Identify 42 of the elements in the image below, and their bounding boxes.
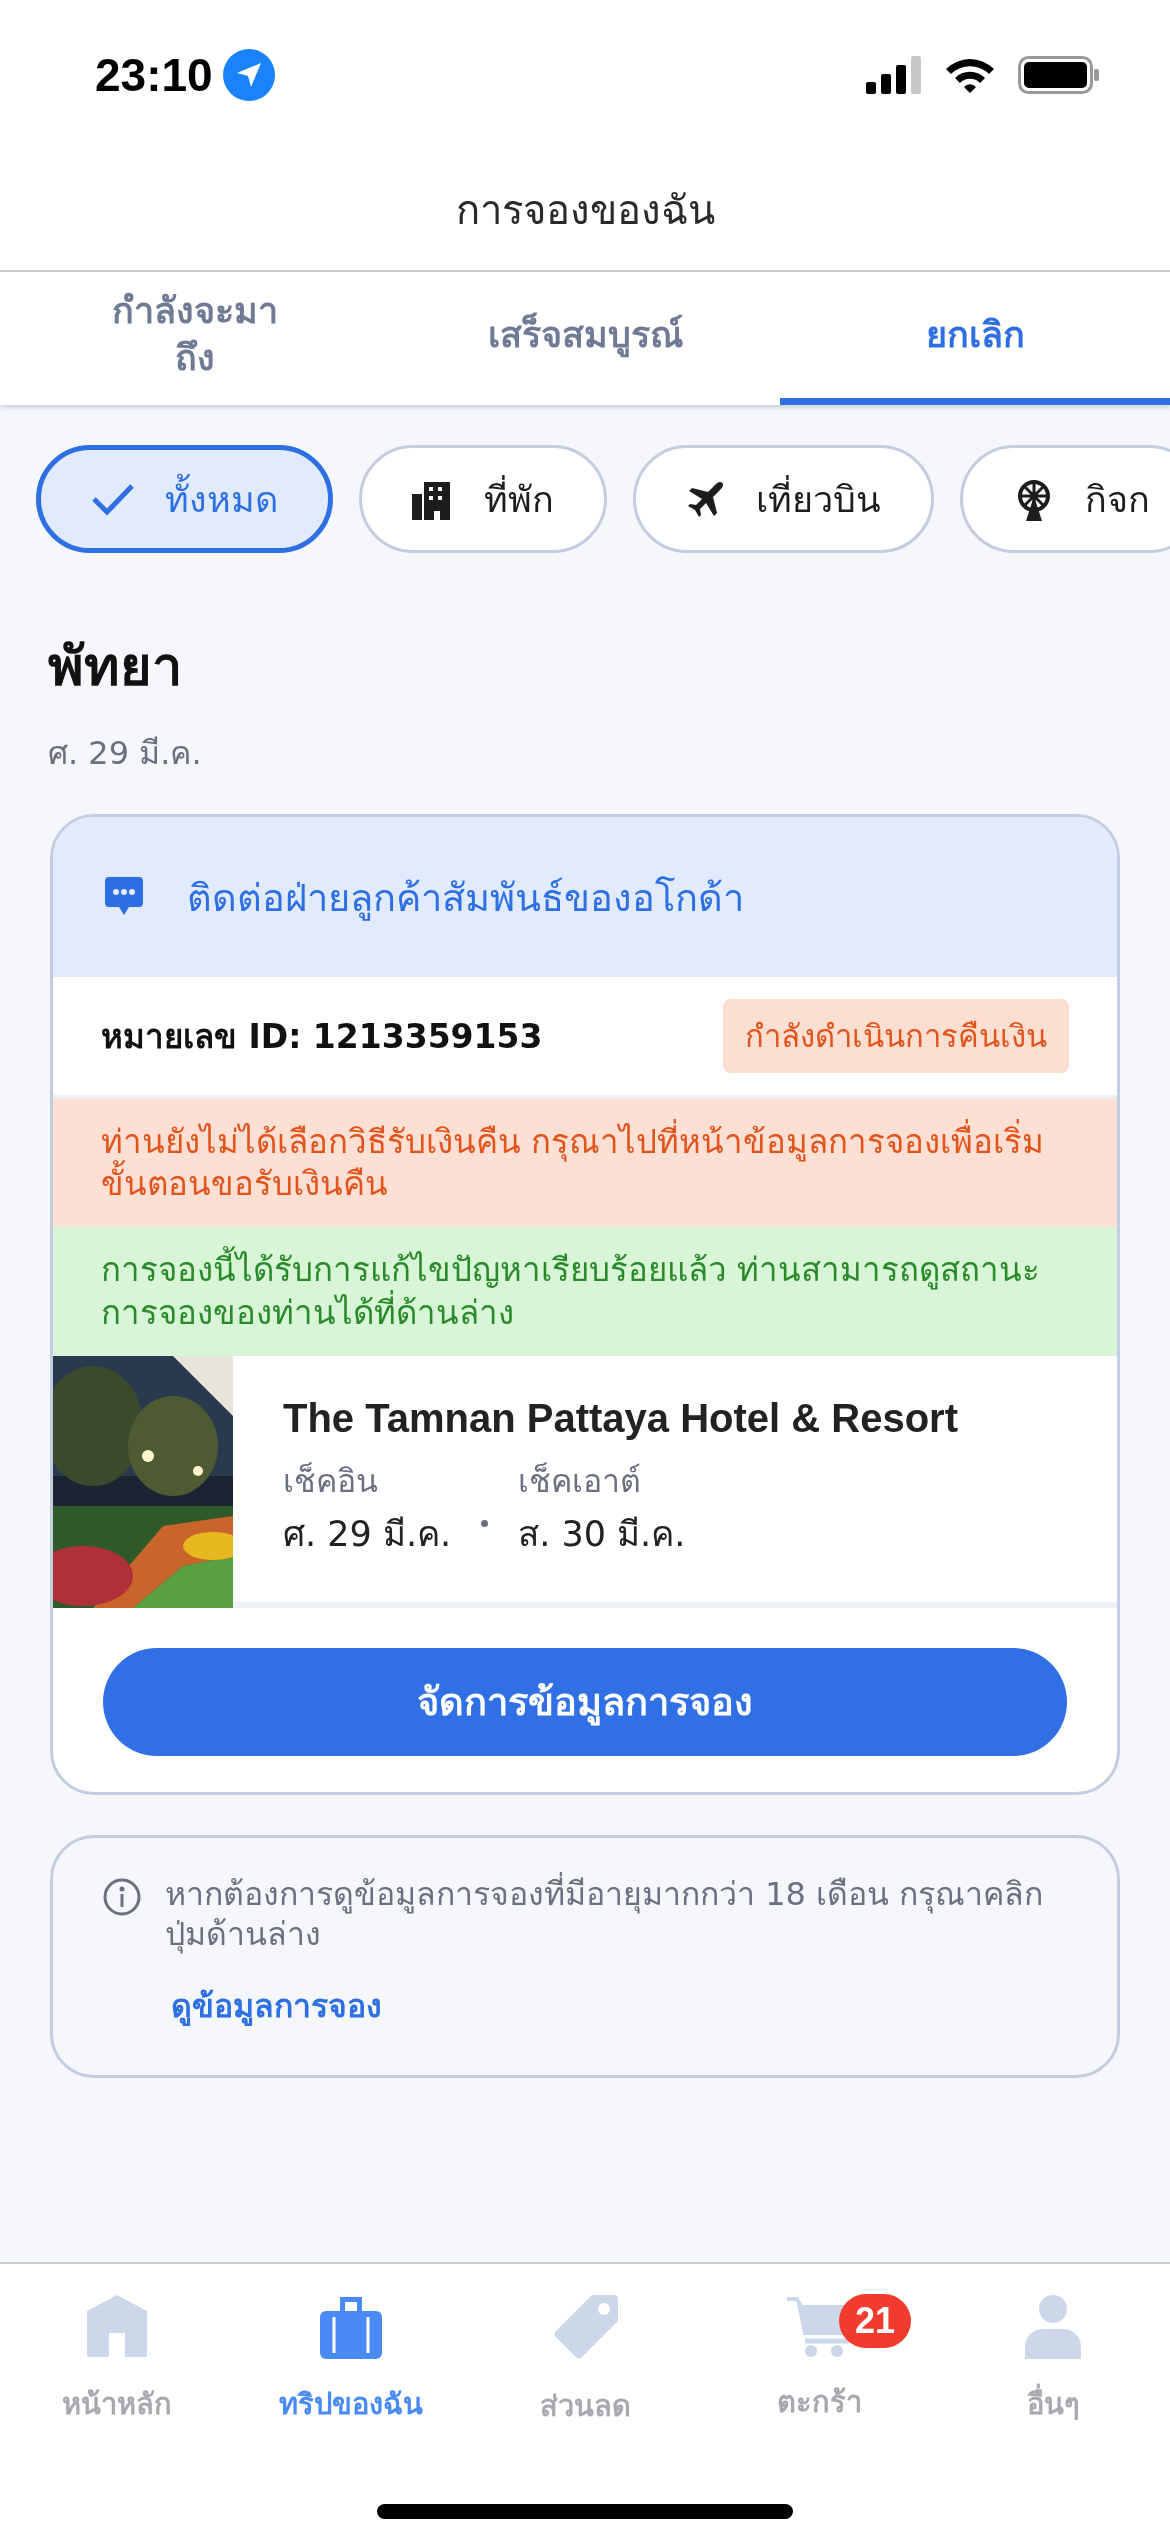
suitcase-icon: [320, 2295, 382, 2359]
view-bookings-link[interactable]: ดูข้อมูลการจอง: [165, 1979, 382, 2031]
tag-icon: [552, 2295, 618, 2361]
filter-chip[interactable]: ทั้งหมด: [36, 445, 333, 553]
nav-item[interactable]: ส่วนลด: [468, 2294, 702, 2430]
battery-icon: [1018, 56, 1100, 94]
screen-title: การจองของฉัน: [455, 186, 715, 235]
tab[interactable]: กำลังจะมาถึง: [0, 272, 390, 405]
person-icon: [1025, 2295, 1081, 2359]
hotel-name: The Tamnan Pattaya Hotel & Resort: [283, 1396, 958, 1442]
separator-dot: [481, 1519, 489, 1527]
success-message: การจองนี้ได้รับการแก้ไขปัญหาเรียบร้อยแล้ว ท่านสามารถดูสถานะการจองของท่านได้ที่ด้านล่าง: [53, 1227, 1117, 1356]
filter-chip[interactable]: เที่ยวบิน: [633, 445, 934, 553]
nav-item[interactable]: อื่นๆ: [936, 2294, 1170, 2430]
nav-item[interactable]: ตะกร้า 21: [702, 2294, 936, 2430]
check-icon: [91, 482, 135, 516]
check-in-label: เช็คอิน: [283, 1461, 379, 1503]
trip-date: ศ. 29 มี.ค.: [48, 733, 203, 774]
nav-item[interactable]: หน้าหลัก: [0, 2294, 234, 2430]
refund-status-badge: กำลังดำเนินการคืนเงิน: [723, 999, 1069, 1073]
cart-count-badge: 21: [839, 2294, 912, 2348]
filter-chip[interactable]: ที่พัก: [359, 445, 607, 553]
check-in-date: ศ. 29 มี.ค.: [283, 1513, 452, 1557]
wifi-icon: [944, 56, 996, 94]
info-icon: [103, 1877, 141, 1916]
warning-message: ท่านยังไม่ได้เลือกวิธีรับเงินคืน กรุณาไปที่หน้าข้อมูลการจองเพื่อเริ่มขั้นตอนขอรับเงินคืน: [53, 1099, 1117, 1228]
city-heading: พัทยา: [48, 634, 183, 700]
filter-chip[interactable]: กิจก: [960, 445, 1170, 553]
check-out-label: เช็คเอาต์: [518, 1461, 643, 1503]
tab[interactable]: เสร็จสมบูรณ์: [390, 272, 780, 405]
airplane-icon: [686, 479, 726, 519]
home-icon: [85, 2295, 149, 2359]
manage-booking-button[interactable]: จัดการข้อมูลการจอง: [103, 1647, 1067, 1756]
notice-text: หากต้องการดูข้อมูลการจองที่มีอายุมากกว่า 18 เดือน กรุณาคลิกปุ่มด้านล่าง: [165, 1873, 1045, 1954]
tab[interactable]: ยกเลิก: [780, 272, 1170, 405]
booking-id: หมายเลข ID: 1213359153: [101, 1015, 543, 1058]
contact-support-link[interactable]: ติดต่อฝ่ายลูกค้าสัมพันธ์ของอโกด้า: [53, 817, 1117, 977]
status-time: 23:10: [95, 48, 213, 102]
signal-icon: [866, 56, 922, 94]
check-out-date: ส. 30 มี.ค.: [518, 1513, 686, 1557]
chat-bubble-icon: [105, 877, 143, 917]
nav-item[interactable]: ทริปของฉัน: [234, 2294, 468, 2430]
